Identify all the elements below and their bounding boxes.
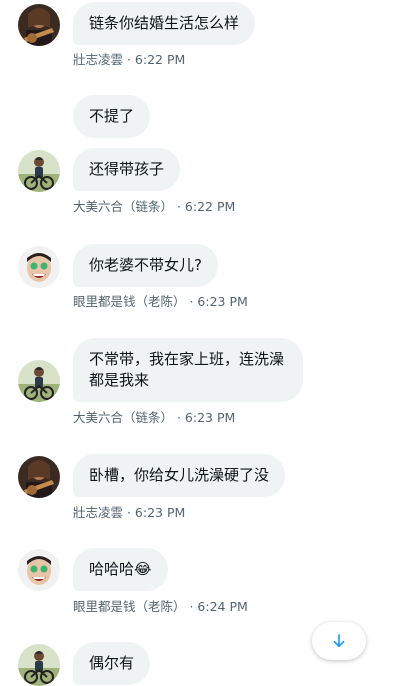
guitar-player-photo <box>18 456 60 498</box>
cyclist-avatar[interactable] <box>18 150 60 192</box>
message-bubble[interactable]: 不提了 <box>73 95 151 138</box>
guitar-avatar[interactable] <box>18 456 60 498</box>
guitar-player-photo <box>18 4 60 46</box>
guitar-avatar[interactable] <box>18 4 60 46</box>
message-meta: 壯志凌雲 · 6:22 PM <box>73 52 186 67</box>
cyclist-avatar[interactable] <box>18 360 60 402</box>
laughing-face-photo <box>18 246 60 288</box>
cyclist-photo <box>18 150 60 192</box>
cyclist-photo <box>18 360 60 402</box>
message-meta: 大美六合（链条） · 6:22 PM <box>73 199 236 214</box>
message-bubble[interactable]: 还得带孩子 <box>73 148 181 191</box>
message-bubble[interactable]: 不常带，我在家上班，连洗澡都是我来 <box>73 338 303 402</box>
message-meta: 壯志凌雲 · 6:23 PM <box>73 505 186 520</box>
message-bubble[interactable]: 卧槽，你给女儿洗澡硬了没 <box>73 454 286 497</box>
message-meta: 眼里都是钱（老陈） · 6:24 PM <box>73 599 248 614</box>
laughing-face-photo <box>18 549 60 591</box>
cyclist-photo <box>18 644 60 686</box>
message-bubble[interactable]: 链条你结婚生活怎么样 <box>73 2 256 45</box>
message-meta: 大美六合（链条） · 6:23 PM <box>73 410 236 425</box>
message-meta: 眼里都是钱（老陈） · 6:23 PM <box>73 294 248 309</box>
scroll-to-bottom-button[interactable] <box>312 622 366 660</box>
message-bubble[interactable]: 你老婆不带女儿? <box>73 244 218 287</box>
message-bubble[interactable]: 哈哈哈😂 <box>73 548 168 591</box>
laughing-face-avatar[interactable] <box>18 549 60 591</box>
laughing-face-avatar[interactable] <box>18 246 60 288</box>
arrow-down-icon <box>333 634 345 648</box>
dm-conversation: 链条你结婚生活怎么样 壯志凌雲 · 6:22 PM 不提了 还得带孩子 大美六合… <box>0 0 401 686</box>
cyclist-avatar[interactable] <box>18 644 60 686</box>
